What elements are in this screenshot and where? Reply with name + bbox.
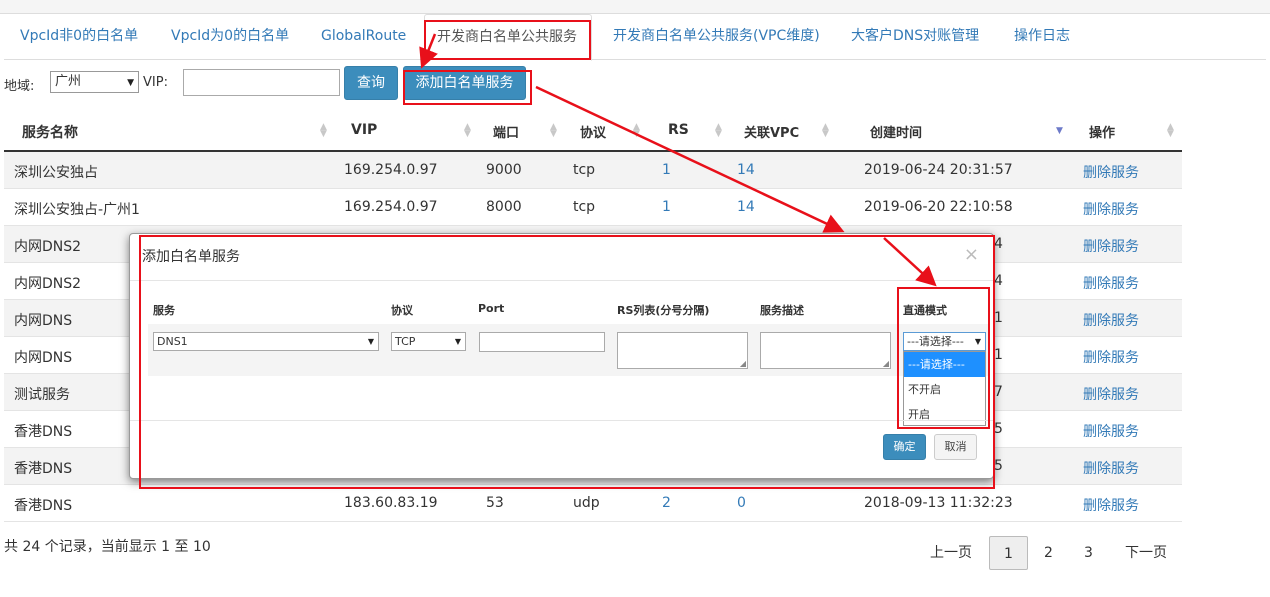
arrow-to-mode [883,237,937,287]
arrow-tab-to-button [419,33,438,69]
arrow-button-to-modal [535,85,845,233]
annotation-arrows [419,33,937,287]
